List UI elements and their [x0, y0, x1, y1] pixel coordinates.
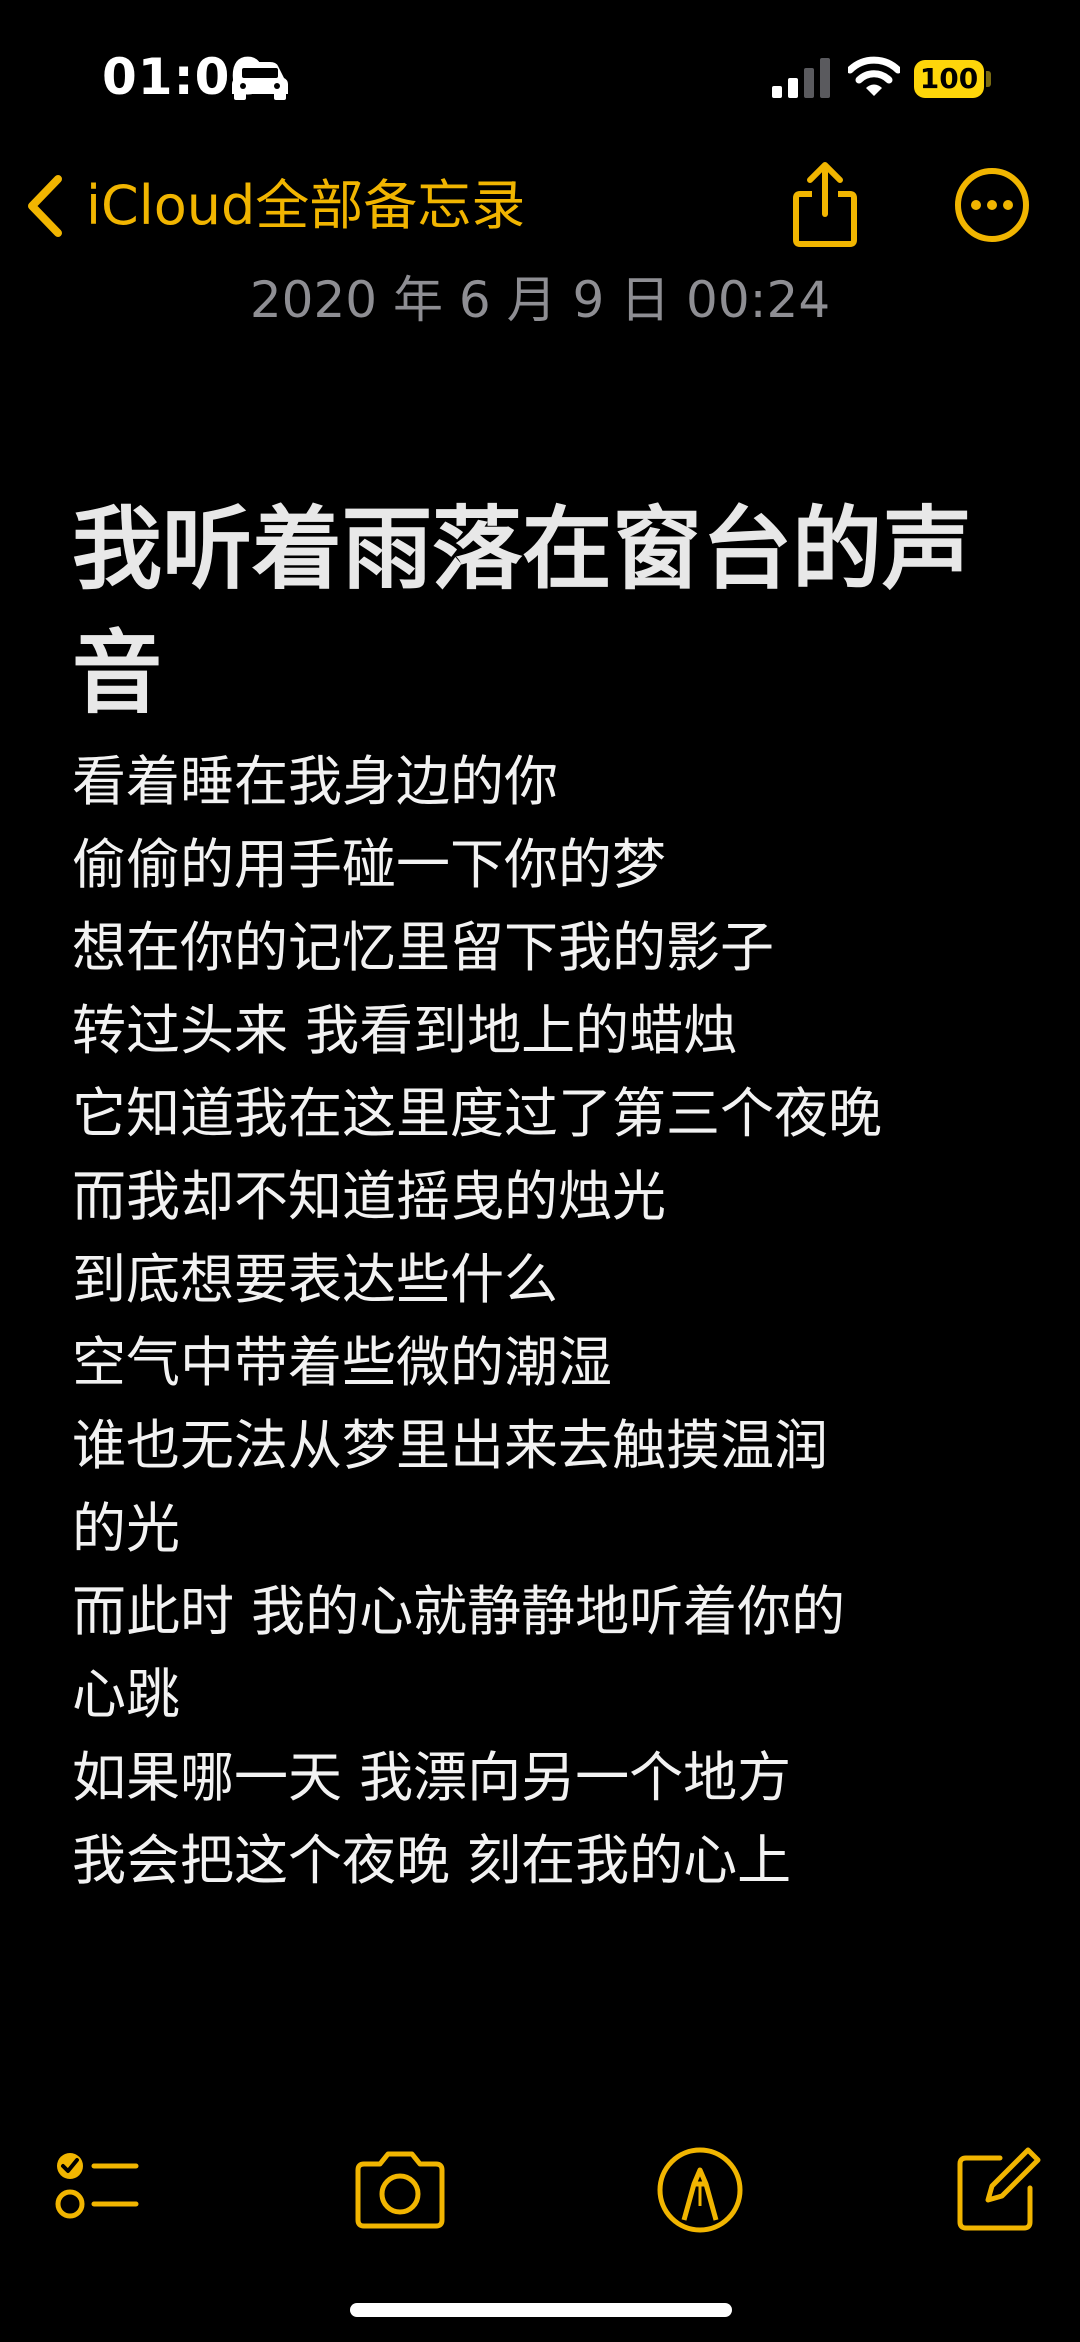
note-line: 看着睡在我身边的你 [72, 750, 558, 813]
chevron-left-icon [28, 175, 62, 237]
note-line: 我会把这个夜晚 刻在我的心上 [72, 1829, 792, 1892]
note-line: 如果哪一天 我漂向另一个地方 [72, 1746, 792, 1809]
note-body[interactable]: 看着睡在我身边的你 偷偷的用手碰一下你的梦 想在你的记忆里留下我的影子 转过头来… [72, 740, 972, 1902]
signal-icon [772, 58, 830, 98]
status-bar: 01:00 100 [0, 0, 1080, 150]
checklist-icon[interactable] [48, 2140, 148, 2240]
battery-tip [986, 71, 991, 87]
share-icon[interactable] [790, 160, 860, 248]
car-icon [232, 62, 288, 100]
compose-icon[interactable] [948, 2140, 1048, 2240]
note-line: 而我却不知道摇曳的烛光 [72, 1165, 666, 1228]
back-button[interactable]: iCloud全部备忘录 [22, 166, 525, 246]
home-indicator[interactable] [350, 2303, 732, 2317]
note-line: 偷偷的用手碰一下你的梦 [72, 833, 666, 896]
camera-icon[interactable] [350, 2140, 450, 2240]
back-label: iCloud全部备忘录 [86, 174, 526, 237]
note-title[interactable]: 我听着雨落在窗台的声音 [72, 488, 972, 736]
note-line: 到底想要表达些什么 [72, 1248, 558, 1311]
ellipsis-circle-icon[interactable] [954, 167, 1030, 243]
note-line: 转过头来 我看到地上的蜡烛 [72, 999, 738, 1062]
note-date: 2020 年 6 月 9 日 00:24 [249, 271, 831, 329]
note-line: 想在你的记忆里留下我的影子 [72, 916, 774, 979]
wifi-icon [848, 56, 900, 96]
note-line: 而此时 我的心就静静地听着你的 [72, 1580, 846, 1643]
note-line: 空气中带着些微的潮湿 [72, 1331, 612, 1394]
note-line: 心跳 [72, 1663, 180, 1726]
note-line: 它知道我在这里度过了第三个夜晚 [72, 1082, 882, 1145]
note-line: 的光 [72, 1497, 180, 1560]
note-line: 谁也无法从梦里出来去触摸温润 [72, 1414, 828, 1477]
battery-icon: 100 [914, 60, 984, 98]
markup-icon[interactable] [650, 2140, 750, 2240]
